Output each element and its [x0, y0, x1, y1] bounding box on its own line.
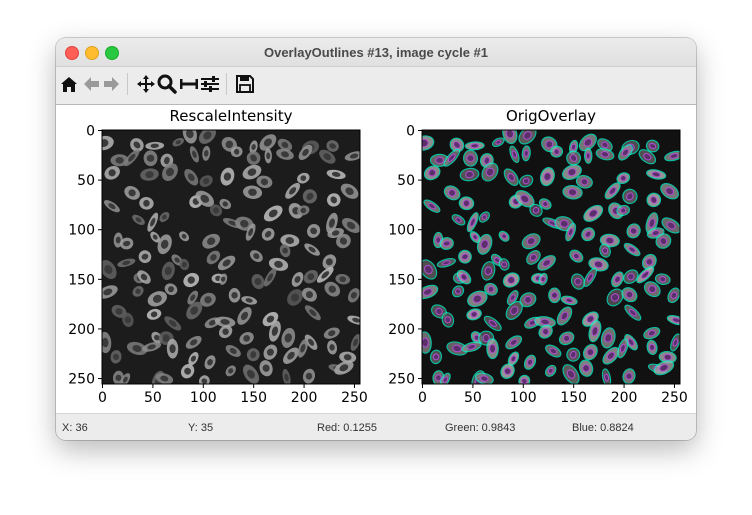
back-icon[interactable]	[80, 73, 102, 95]
y-tick-label: 250	[68, 372, 95, 388]
y-tick-label: 200	[388, 322, 415, 338]
x-tick-label: 0	[418, 390, 427, 406]
x-tick-label: 200	[611, 390, 638, 406]
nucleus-outline	[553, 148, 560, 155]
axes-title: RescaleIntensity	[170, 107, 293, 125]
y-tick-label: 0	[406, 123, 415, 139]
nucleus-outline	[432, 353, 440, 361]
nucleus-outline	[659, 276, 667, 283]
nucleus-outline	[465, 170, 474, 179]
axes-title: OrigOverlay	[506, 107, 596, 125]
home-icon[interactable]	[58, 73, 80, 95]
y-tick-label: 100	[68, 223, 95, 239]
x-tick-label: 50	[464, 390, 482, 406]
cell-nucleus	[115, 157, 124, 164]
window-title: OverlayOutlines #13, image cycle #1	[263, 45, 489, 60]
title-bar: OverlayOutlines #13, image cycle #1	[56, 38, 696, 67]
x-tick-label: 50	[144, 390, 162, 406]
save-icon[interactable]	[234, 73, 256, 95]
nucleus-outline	[462, 199, 471, 208]
axes-rescale-intensity[interactable]: RescaleIntensity 0 50 100 150 200 25005010015…	[68, 107, 368, 406]
y-tick-label: 50	[397, 173, 415, 189]
nucleus-outline	[568, 188, 578, 197]
x-tick-label: 250	[341, 390, 368, 406]
zoom-icon[interactable]	[156, 73, 178, 95]
x-tick-label: 150	[240, 390, 267, 406]
y-tick-label: 150	[68, 272, 95, 288]
subplots-icon[interactable]	[178, 73, 200, 95]
figure-svg[interactable]: RescaleIntensity 0 50 100 150 200 25005010015…	[56, 105, 696, 413]
nucleus-outline	[422, 337, 429, 348]
nucleus-outline	[663, 353, 672, 361]
nucleus-outline	[466, 154, 475, 163]
y-tick-label: 200	[68, 322, 95, 338]
forward-icon[interactable]	[101, 73, 123, 95]
navigation-toolbar	[56, 67, 696, 105]
toolbar-separator	[226, 73, 227, 95]
nucleus-outline	[489, 344, 496, 354]
nucleus-outline	[551, 291, 559, 299]
status-y: Y: 35	[188, 422, 214, 434]
plot-window: OverlayOutlines #13, image cycle #1 Resc…	[56, 38, 696, 440]
nucleus-outline	[585, 152, 591, 160]
nucleus-outline	[649, 343, 656, 351]
nucleus-outline	[605, 236, 615, 245]
x-tick-label: 0	[98, 390, 107, 406]
status-green: Green: 0.9843	[445, 422, 516, 434]
y-tick-label: 0	[86, 123, 95, 139]
pan-icon[interactable]	[135, 73, 157, 95]
x-tick-label: 200	[291, 390, 318, 406]
x-tick-label: 100	[190, 390, 217, 406]
toolbar-separator	[127, 73, 128, 95]
y-tick-label: 250	[388, 372, 415, 388]
status-blue: Blue: 0.8824	[572, 422, 634, 434]
x-tick-label: 250	[661, 390, 688, 406]
nucleus-outline	[625, 372, 633, 380]
y-tick-label: 100	[388, 223, 415, 239]
y-tick-label: 50	[77, 173, 95, 189]
x-tick-label: 100	[510, 390, 537, 406]
status-red: Red: 0.1255	[317, 422, 377, 434]
nucleus-outline	[523, 149, 529, 157]
x-tick-label: 150	[560, 390, 587, 406]
nucleus-outline	[435, 156, 444, 164]
nucleus-outline	[470, 143, 480, 149]
axes-orig-overlay[interactable]: OrigOverlay 0 50 100 150 200 2500501001502002…	[388, 107, 688, 406]
status-bar: X: 36 Y: 35 Red: 0.1255 Green: 0.9843 Bl…	[56, 413, 696, 440]
status-x: X: 36	[62, 422, 88, 434]
nucleus-outline	[540, 318, 550, 326]
figure-canvas[interactable]: RescaleIntensity 0 50 100 150 200 250 0 50 100 15…	[56, 105, 696, 413]
y-tick-label: 150	[388, 272, 415, 288]
customize-icon[interactable]	[199, 73, 221, 95]
